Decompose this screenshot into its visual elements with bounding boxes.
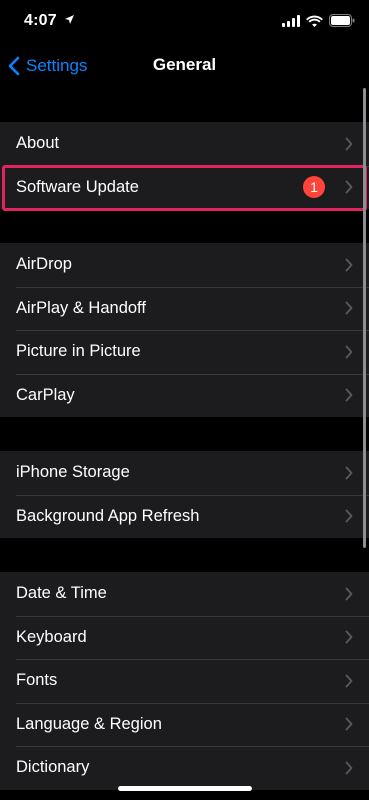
row-label: Dictionary: [16, 758, 90, 777]
home-indicator[interactable]: [118, 786, 252, 791]
row-background-app-refresh[interactable]: Background App Refresh: [0, 494, 369, 539]
row-label: iPhone Storage: [16, 463, 130, 482]
chevron-right-icon: [345, 674, 353, 688]
chevron-right-icon: [345, 180, 353, 194]
row-label: About: [16, 134, 60, 153]
row-label: Date & Time: [16, 584, 107, 603]
row-dictionary[interactable]: Dictionary: [0, 746, 369, 790]
chevron-right-icon: [345, 388, 353, 402]
row-label: AirPlay & Handoff: [16, 298, 146, 317]
row-language-region[interactable]: Language & Region: [0, 702, 369, 747]
status-time: 4:07: [24, 12, 75, 30]
row-carplay[interactable]: CarPlay: [0, 373, 369, 418]
chevron-right-icon: [345, 630, 353, 644]
row-keyboard[interactable]: Keyboard: [0, 615, 369, 660]
row-airdrop[interactable]: AirDrop: [0, 243, 369, 287]
row-label: Background App Refresh: [16, 506, 200, 525]
settings-group: About Software Update 1: [0, 122, 369, 209]
chevron-right-icon: [345, 258, 353, 272]
chevron-right-icon: [345, 301, 353, 315]
chevron-right-icon: [345, 345, 353, 359]
chevron-right-icon: [345, 717, 353, 731]
row-label: Fonts: [16, 671, 58, 690]
navigation-bar: Settings General: [0, 44, 369, 88]
settings-list: About Software Update 1 AirDrop AirPlay …: [0, 88, 369, 800]
row-airplay-handoff[interactable]: AirPlay & Handoff: [0, 286, 369, 331]
chevron-right-icon: [345, 761, 353, 775]
row-label: AirDrop: [16, 255, 72, 274]
row-label: Keyboard: [16, 627, 87, 646]
status-icons: [282, 14, 355, 27]
row-label: CarPlay: [16, 385, 75, 404]
notification-badge: 1: [303, 176, 325, 199]
cellular-signal-icon: [282, 14, 300, 27]
status-bar: 4:07: [0, 0, 369, 44]
row-label: Picture in Picture: [16, 342, 141, 361]
wifi-icon: [306, 15, 323, 27]
battery-icon: [329, 14, 355, 27]
row-fonts[interactable]: Fonts: [0, 659, 369, 703]
row-about[interactable]: About: [0, 122, 369, 166]
settings-group: iPhone Storage Background App Refresh: [0, 451, 369, 538]
chevron-right-icon: [345, 587, 353, 601]
page-title: General: [152, 55, 217, 74]
settings-group: Date & Time Keyboard Fonts Language & Re…: [0, 572, 369, 790]
location-arrow-icon: [65, 15, 75, 24]
chevron-right-icon: [345, 509, 353, 523]
row-iphone-storage[interactable]: iPhone Storage: [0, 451, 369, 495]
settings-group: AirDrop AirPlay & Handoff Picture in Pic…: [0, 243, 369, 417]
scroll-indicator[interactable]: [363, 88, 366, 548]
chevron-right-icon: [345, 137, 353, 151]
chevron-right-icon: [345, 466, 353, 480]
row-date-time[interactable]: Date & Time: [0, 572, 369, 616]
row-label: Language & Region: [16, 714, 162, 733]
status-time-label: 4:07: [24, 12, 57, 29]
row-software-update[interactable]: Software Update 1: [0, 165, 369, 210]
row-label: Software Update: [16, 177, 139, 196]
row-picture-in-picture[interactable]: Picture in Picture: [0, 330, 369, 374]
